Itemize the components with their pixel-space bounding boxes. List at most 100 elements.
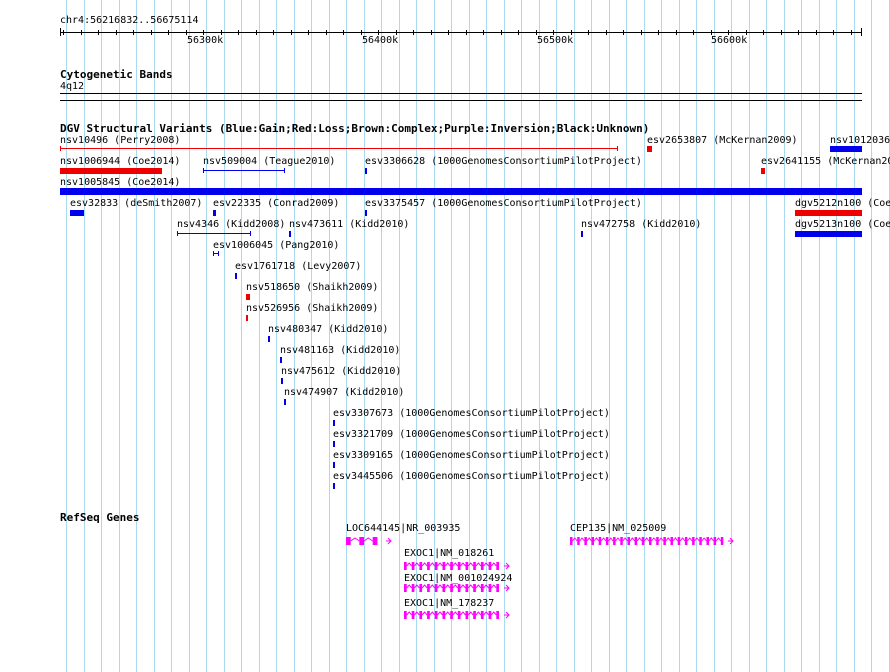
gene-exon xyxy=(419,584,423,592)
variant-feature[interactable] xyxy=(246,315,248,321)
variant-feature[interactable] xyxy=(60,146,618,151)
variant-feature[interactable] xyxy=(281,378,283,384)
cytoband-track-title: Cytogenetic Bands xyxy=(60,68,173,81)
ruler-minor-tick xyxy=(483,30,484,35)
gene-exon xyxy=(442,611,446,619)
variant-feature[interactable] xyxy=(333,462,335,468)
gene-exon xyxy=(663,537,666,545)
gene-exon xyxy=(457,611,461,619)
gene-exon xyxy=(656,537,659,545)
variant-feature[interactable] xyxy=(60,168,162,174)
variant-feature[interactable] xyxy=(60,188,862,195)
ruler-minor-tick xyxy=(81,30,82,35)
ruler-minor-tick xyxy=(816,30,817,35)
ruler-minor-tick xyxy=(798,30,799,35)
variant-feature[interactable] xyxy=(268,336,270,342)
gene-exon xyxy=(427,562,430,570)
gene-exon xyxy=(434,584,438,592)
variant-label: nsv480347 (Kidd2010) xyxy=(268,324,389,335)
gene-model[interactable] xyxy=(570,536,734,546)
ruler-minor-tick xyxy=(413,30,414,35)
variant-label: nsv4346 (Kidd2008) xyxy=(177,219,286,230)
variant-end-tick xyxy=(218,251,219,256)
gene-exon xyxy=(465,611,469,619)
ruler-tick-label: 56300k xyxy=(187,35,224,46)
gene-label: EXOC1|NM_178237 xyxy=(404,598,495,609)
ruler-minor-tick xyxy=(168,30,169,35)
gene-exon xyxy=(473,584,476,592)
variant-end-tick xyxy=(250,231,251,236)
ruler-minor-tick xyxy=(641,30,642,35)
variant-feature[interactable] xyxy=(830,146,862,152)
ruler-minor-tick xyxy=(63,30,64,35)
ruler-minor-tick xyxy=(273,30,274,35)
ruler-minor-tick xyxy=(851,30,852,35)
gene-exon xyxy=(450,562,453,570)
variant-feature[interactable] xyxy=(795,210,862,216)
variant-feature[interactable] xyxy=(647,146,652,152)
gene-exon xyxy=(359,537,364,545)
variant-feature[interactable] xyxy=(365,168,367,174)
gene-model[interactable] xyxy=(404,610,510,620)
variant-end-tick xyxy=(60,146,61,151)
variant-feature[interactable] xyxy=(333,483,335,489)
ruler-minor-tick xyxy=(151,30,152,35)
gene-exon xyxy=(692,537,695,545)
variant-feature[interactable] xyxy=(70,210,84,216)
variant-end-tick xyxy=(617,146,618,151)
gene-label: LOC644145|NR_003935 xyxy=(346,523,461,534)
gene-exon xyxy=(442,584,446,592)
gene-label: EXOC1|NM_018261 xyxy=(404,548,495,559)
ruler-minor-tick xyxy=(833,30,834,35)
variant-label: nsv474907 (Kidd2010) xyxy=(284,387,405,398)
variant-feature[interactable] xyxy=(284,399,286,405)
variant-label: esv2641155 (McKernan2009) xyxy=(761,156,890,167)
gene-exon xyxy=(480,584,484,592)
gene-exon xyxy=(496,562,499,570)
variant-label: nsv473611 (Kidd2010) xyxy=(289,219,410,230)
ruler-minor-tick xyxy=(256,30,257,35)
ruler-tick-label: 56400k xyxy=(362,35,399,46)
gene-exon xyxy=(605,537,609,545)
cytoband-label: 4q12 xyxy=(60,81,85,92)
variant-feature[interactable] xyxy=(365,210,367,216)
strand-arrow-icon xyxy=(728,537,734,545)
gene-exon xyxy=(404,584,407,592)
gene-exon xyxy=(613,537,616,545)
gene-exon xyxy=(457,562,461,570)
ruler-minor-tick xyxy=(238,30,239,35)
variant-feature[interactable] xyxy=(246,294,250,300)
ruler-minor-tick xyxy=(781,30,782,35)
variant-feature[interactable] xyxy=(213,210,216,216)
gene-exon xyxy=(706,537,709,545)
gene-label: CEP135|NM_025009 xyxy=(570,523,667,534)
variant-feature[interactable] xyxy=(333,420,335,426)
variant-label: esv3321709 (1000GenomesConsortiumPilotPr… xyxy=(333,429,610,440)
cytoband-top-line xyxy=(60,93,862,94)
gene-model[interactable] xyxy=(404,583,510,593)
gene-exon xyxy=(434,562,438,570)
ruler-minor-tick xyxy=(343,30,344,35)
strand-arrow-icon xyxy=(504,562,510,570)
variant-feature[interactable] xyxy=(333,441,335,447)
variant-feature[interactable] xyxy=(177,231,251,236)
gene-exon xyxy=(473,562,476,570)
variant-label: nsv1006944 (Coe2014) xyxy=(60,156,181,167)
gene-model[interactable] xyxy=(404,561,510,571)
variant-feature[interactable] xyxy=(213,251,219,256)
ruler-tick-label: 56600k xyxy=(711,35,748,46)
variant-feature[interactable] xyxy=(761,168,765,174)
gene-exon xyxy=(584,537,587,545)
gene-exon xyxy=(411,584,415,592)
strand-arrow-icon xyxy=(504,611,510,619)
ruler-minor-tick xyxy=(448,30,449,35)
gene-exon xyxy=(720,537,724,545)
variant-feature[interactable] xyxy=(235,273,237,279)
gene-model[interactable] xyxy=(346,536,392,546)
variant-feature[interactable] xyxy=(289,231,291,237)
variant-feature[interactable] xyxy=(581,231,583,237)
variant-feature[interactable] xyxy=(203,168,285,173)
variant-feature[interactable] xyxy=(280,357,282,363)
genome-browser-track-image[interactable]: chr4:56216832..56675114 56300k 56400k 56… xyxy=(0,0,890,672)
variant-feature[interactable] xyxy=(795,231,862,237)
